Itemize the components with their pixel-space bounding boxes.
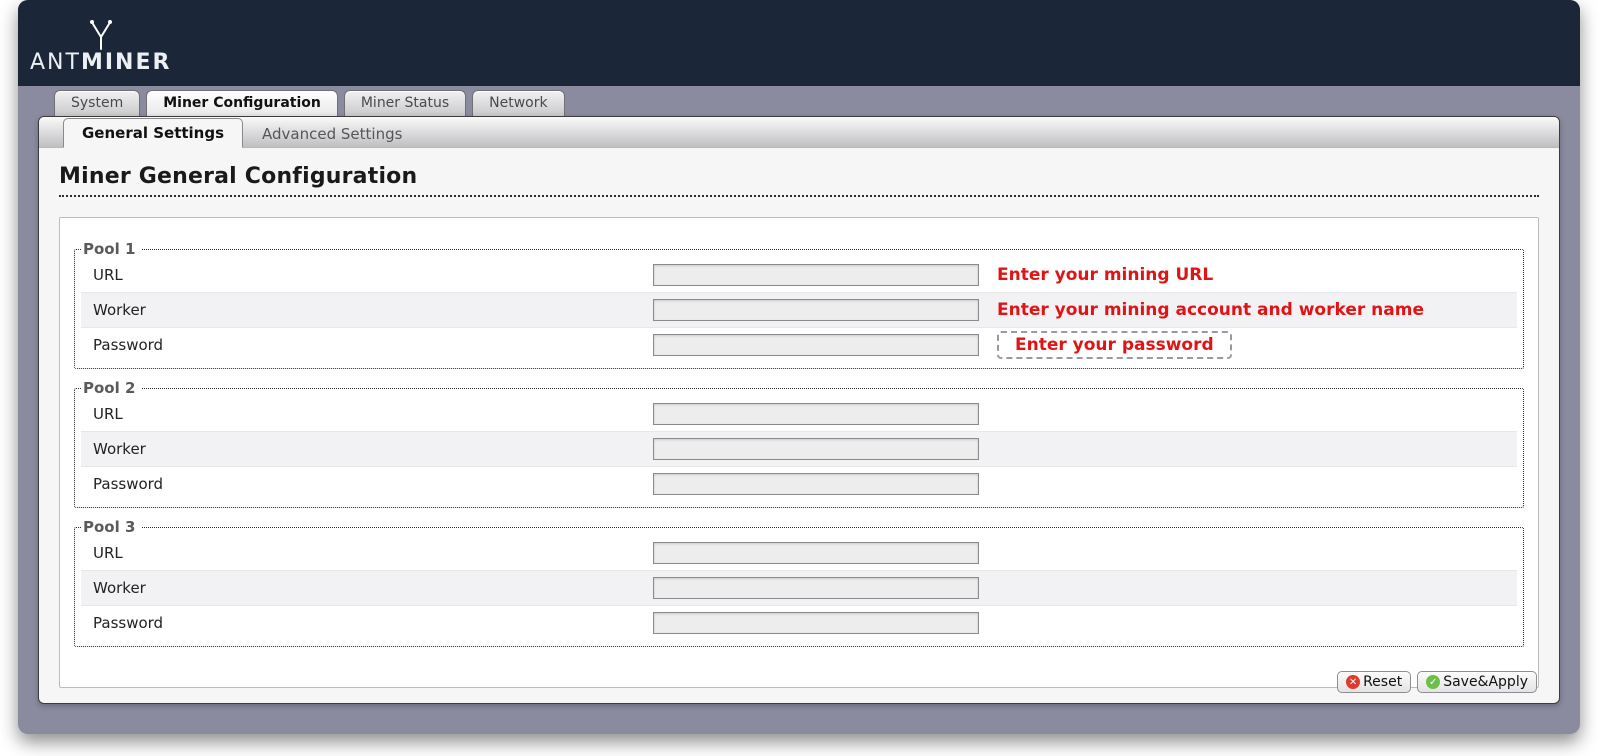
primary-tabs: System Miner Configuration Miner Status …	[18, 86, 1580, 116]
save-apply-button[interactable]: ✓ Save&Apply	[1417, 671, 1537, 693]
pool2-password-input[interactable]	[653, 473, 979, 495]
top-header: ANTMINER	[18, 0, 1580, 86]
pool-2-legend: Pool 2	[81, 379, 141, 397]
tab-miner-configuration[interactable]: Miner Configuration	[146, 90, 338, 116]
pool1-worker-input[interactable]	[653, 299, 979, 321]
pool1-password-input[interactable]	[653, 334, 979, 356]
reset-button-label: Reset	[1363, 674, 1402, 690]
pool3-worker-input[interactable]	[653, 577, 979, 599]
page-body: Miner General Configuration Pool 1 URL E…	[39, 148, 1559, 698]
pool3-worker-label: Worker	[81, 579, 653, 597]
pool1-worker-label: Worker	[81, 301, 653, 319]
brand-logo: ANTMINER	[30, 12, 171, 75]
pool3-url-label: URL	[81, 544, 653, 562]
pool3-url-input[interactable]	[653, 542, 979, 564]
pool2-password-label: Password	[81, 475, 653, 493]
pool1-url-hint: Enter your mining URL	[979, 265, 1517, 285]
footer-buttons: ✕ Reset ✓ Save&Apply	[1337, 671, 1537, 693]
tab-miner-status[interactable]: Miner Status	[344, 90, 466, 116]
pool3-password-input[interactable]	[653, 612, 979, 634]
pool-3-legend: Pool 3	[81, 518, 141, 536]
pool2-url-input[interactable]	[653, 403, 979, 425]
pool-2: Pool 2 URL Worker Password	[74, 379, 1524, 508]
pool-3: Pool 3 URL Worker Password	[74, 518, 1524, 647]
pools-panel: Pool 1 URL Enter your mining URL Worker …	[59, 217, 1539, 688]
title-divider	[59, 195, 1539, 197]
close-icon: ✕	[1346, 675, 1360, 689]
subtab-general-settings[interactable]: General Settings	[63, 118, 243, 148]
pool3-password-label: Password	[81, 614, 653, 632]
tab-network[interactable]: Network	[472, 90, 564, 116]
pool2-worker-label: Worker	[81, 440, 653, 458]
content-frame: General Settings Advanced Settings Miner…	[38, 116, 1560, 704]
pool1-password-hint: Enter your password	[979, 331, 1517, 359]
pool1-url-label: URL	[81, 266, 653, 284]
check-icon: ✓	[1426, 675, 1440, 689]
page-title: Miner General Configuration	[59, 164, 1539, 189]
pool1-worker-hint: Enter your mining account and worker nam…	[979, 300, 1517, 320]
save-apply-button-label: Save&Apply	[1443, 674, 1528, 690]
pool2-url-label: URL	[81, 405, 653, 423]
antenna-icon	[88, 12, 114, 50]
sub-tabs: General Settings Advanced Settings	[39, 117, 1559, 148]
pool-1-legend: Pool 1	[81, 240, 141, 258]
pool-1: Pool 1 URL Enter your mining URL Worker …	[74, 240, 1524, 369]
app-window: ANTMINER System Miner Configuration Mine…	[18, 0, 1580, 734]
reset-button[interactable]: ✕ Reset	[1337, 671, 1411, 693]
pool1-url-input[interactable]	[653, 264, 979, 286]
tab-system[interactable]: System	[54, 90, 140, 116]
brand-text: ANTMINER	[30, 50, 171, 75]
subtab-advanced-settings[interactable]: Advanced Settings	[243, 119, 421, 148]
pool1-password-label: Password	[81, 336, 653, 354]
pool2-worker-input[interactable]	[653, 438, 979, 460]
